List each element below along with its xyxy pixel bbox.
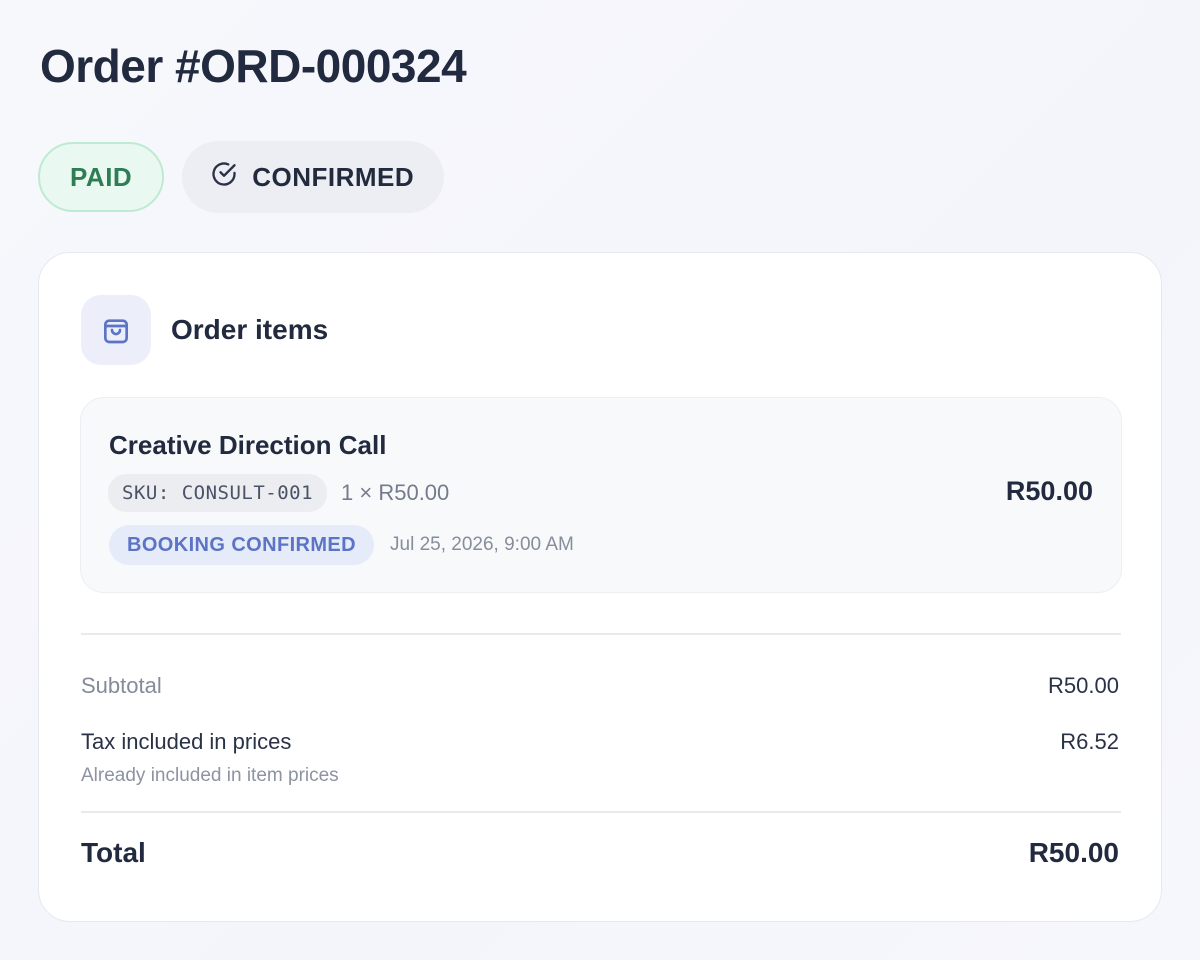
card-title: Order items [171, 314, 329, 345]
subtotal-label: Subtotal [81, 673, 162, 698]
booking-datetime: Jul 25, 2026, 9:00 AM [390, 534, 574, 555]
check-circle-icon [210, 160, 238, 195]
summary-divider [81, 633, 1121, 635]
item-name: Creative Direction Call [109, 430, 387, 460]
shopping-bag-icon [81, 295, 151, 365]
card-header: Order items [81, 295, 328, 365]
tax-value: R6.52 [1060, 729, 1119, 754]
payment-status-badge: PAID [38, 142, 165, 212]
page-title: Order #ORD-000324 [40, 40, 467, 92]
subtotal-value: R50.00 [1048, 673, 1119, 698]
tax-note: Already included in item prices [81, 765, 339, 786]
order-items-card: Order items Creative Direction Call SKU:… [38, 252, 1162, 922]
order-status-label: CONFIRMED [252, 161, 415, 192]
item-meta: SKU: CONSULT-001 1 × R50.00 [108, 474, 449, 512]
total-divider [81, 811, 1121, 813]
item-line-total: R50.00 [1005, 476, 1093, 506]
item-quantity-price: 1 × R50.00 [341, 480, 450, 505]
item-booking: BOOKING CONFIRMED Jul 25, 2026, 9:00 AM [109, 525, 574, 565]
total-value: R50.00 [1028, 837, 1119, 868]
order-status-badge: CONFIRMED [182, 141, 445, 213]
tax-label: Tax included in prices [81, 729, 292, 754]
total-label: Total [81, 837, 146, 868]
item-sku: SKU: CONSULT-001 [108, 474, 328, 512]
order-item: Creative Direction Call SKU: CONSULT-001… [80, 397, 1122, 593]
booking-status-badge: BOOKING CONFIRMED [109, 525, 375, 565]
status-badges: PAID CONFIRMED [38, 141, 445, 213]
